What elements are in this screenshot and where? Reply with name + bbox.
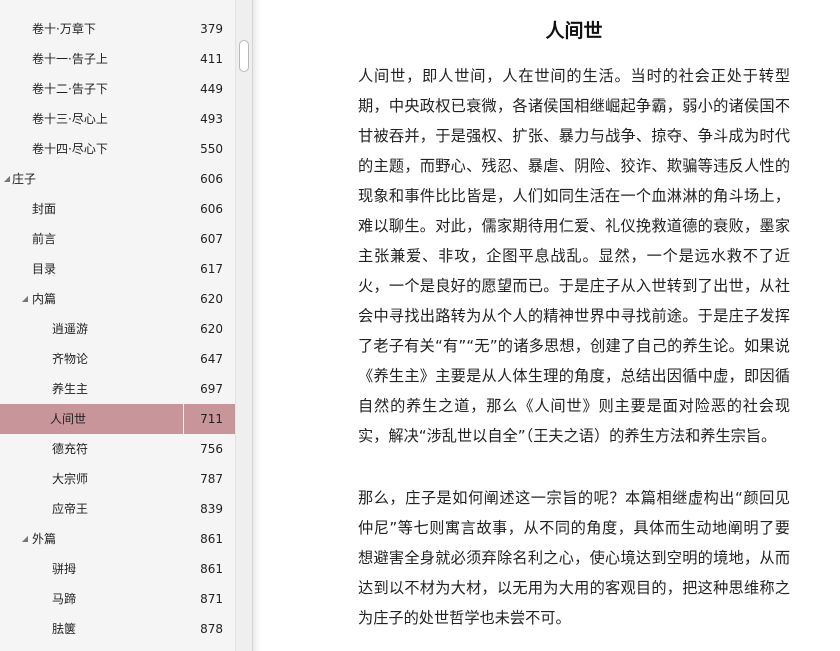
expand-triangle-icon[interactable]: ◢ bbox=[20, 284, 30, 314]
paragraph-1: 人间世，即人世间，人在世间的生活。当时的社会正处于转型期，中央政权已衰微，各诸侯… bbox=[358, 67, 790, 445]
toc-scrollbar[interactable] bbox=[235, 0, 252, 651]
toc-item[interactable]: 卷十·万章下 379 bbox=[0, 14, 235, 44]
toc-item-page: 839 bbox=[200, 502, 223, 516]
selection-divider bbox=[183, 404, 184, 434]
toc-item-label: 目录 bbox=[32, 262, 57, 276]
toc-item[interactable]: 卷十一·告子上 411 bbox=[0, 44, 235, 74]
toc-item-label: 封面 bbox=[32, 202, 57, 216]
toc-item-label: 大宗师 bbox=[52, 472, 89, 486]
toc-item-page: 411 bbox=[200, 52, 223, 66]
toc-item[interactable]: 封面 606 bbox=[0, 194, 235, 224]
toc-item-page: 878 bbox=[200, 622, 223, 636]
toc-item[interactable]: 前言 607 bbox=[0, 224, 235, 254]
toc-item[interactable]: 德充符 756 bbox=[0, 434, 235, 464]
toc-panel: 卷十·万章下 379 卷十一·告子上 411 卷十二·告子下 449 卷十三·尽心上 493 卷… bbox=[0, 0, 235, 651]
toc-item-label: 庄子 bbox=[12, 172, 37, 186]
toc-item[interactable]: 卷十四·尽心下 550 bbox=[0, 134, 235, 164]
toc-item[interactable]: ◢ 外篇 861 bbox=[0, 524, 235, 554]
toc-item-page: 697 bbox=[200, 382, 223, 396]
toc-item-label: 胠箧 bbox=[52, 622, 77, 636]
toc-item-label: 卷十二·告子下 bbox=[32, 82, 108, 96]
toc-item-label: 德充符 bbox=[52, 442, 89, 456]
reading-pane: 人间世 人间世，即人世间，人在世间的生活。当时的社会正处于转型期，中央政权已衰微… bbox=[358, 0, 790, 651]
toc-item-label: 人间世 bbox=[50, 412, 87, 426]
toc-item-page: 871 bbox=[200, 592, 223, 606]
toc-item[interactable]: 骈拇 861 bbox=[0, 554, 235, 584]
toc-item-page: 787 bbox=[200, 472, 223, 486]
toc-item-page: 861 bbox=[200, 562, 223, 576]
toc-item[interactable]: 齐物论 647 bbox=[0, 344, 235, 374]
toc-item[interactable]: 逍遥游 620 bbox=[0, 314, 235, 344]
toc-item-page: 620 bbox=[200, 322, 223, 336]
toc-item[interactable]: ◢ 庄子 606 bbox=[0, 164, 235, 194]
toc-item-label: 马蹄 bbox=[52, 592, 77, 606]
toc-item[interactable]: 人间世 711 bbox=[0, 404, 235, 434]
toc-item-page: 379 bbox=[200, 22, 223, 36]
toc-item[interactable]: 马蹄 871 bbox=[0, 584, 235, 614]
scroll-thumb[interactable] bbox=[239, 40, 249, 72]
chapter-title: 人间世 bbox=[545, 20, 603, 42]
toc-item-page: 607 bbox=[200, 232, 223, 246]
toc-item[interactable]: ◢ 内篇 620 bbox=[0, 284, 235, 314]
toc-item[interactable]: 卷十二·告子下 449 bbox=[0, 74, 235, 104]
toc-item-label: 齐物论 bbox=[52, 352, 89, 366]
panel-splitter[interactable] bbox=[252, 0, 261, 651]
toc-item-label: 养生主 bbox=[52, 382, 89, 396]
toc-item-page: 711 bbox=[200, 412, 223, 426]
toc-item[interactable]: 大宗师 787 bbox=[0, 464, 235, 494]
toc-item-label: 卷十四·尽心下 bbox=[32, 142, 108, 156]
toc-item-page: 550 bbox=[200, 142, 223, 156]
toc-item-label: 卷十一·告子上 bbox=[32, 52, 108, 66]
paragraph-2: 那么，庄子是如何阐述这一宗旨的呢？本篇相继虚构出“颜回见仲尼”等七则寓言故事，从… bbox=[358, 489, 790, 627]
toc-item[interactable]: 目录 617 bbox=[0, 254, 235, 284]
toc-item-page: 493 bbox=[200, 112, 223, 126]
toc-item[interactable]: 卷十三·尽心上 493 bbox=[0, 104, 235, 134]
toc-item-page: 861 bbox=[200, 532, 223, 546]
expand-triangle-icon[interactable]: ◢ bbox=[2, 164, 12, 194]
toc-item-page: 606 bbox=[200, 172, 223, 186]
toc-item-label: 骈拇 bbox=[52, 562, 77, 576]
toc-item-label: 卷十三·尽心上 bbox=[32, 112, 108, 126]
toc-item-label: 逍遥游 bbox=[52, 322, 89, 336]
toc-item-page: 756 bbox=[200, 442, 223, 456]
expand-triangle-icon[interactable]: ◢ bbox=[20, 524, 30, 554]
toc-item-label: 外篇 bbox=[32, 532, 57, 546]
toc-item-label: 应帝王 bbox=[52, 502, 89, 516]
toc-item-page: 620 bbox=[200, 292, 223, 306]
toc-item-label: 前言 bbox=[32, 232, 57, 246]
toc-item-label: 内篇 bbox=[32, 292, 57, 306]
toc-item[interactable]: 养生主 697 bbox=[0, 374, 235, 404]
toc-item[interactable]: 应帝王 839 bbox=[0, 494, 235, 524]
toc-item-page: 647 bbox=[200, 352, 223, 366]
toc-item-page: 617 bbox=[200, 262, 223, 276]
toc-item-page: 449 bbox=[200, 82, 223, 96]
toc-item[interactable]: 胠箧 878 bbox=[0, 614, 235, 644]
toc-item-page: 606 bbox=[200, 202, 223, 216]
toc-item-label: 卷十·万章下 bbox=[32, 22, 96, 36]
